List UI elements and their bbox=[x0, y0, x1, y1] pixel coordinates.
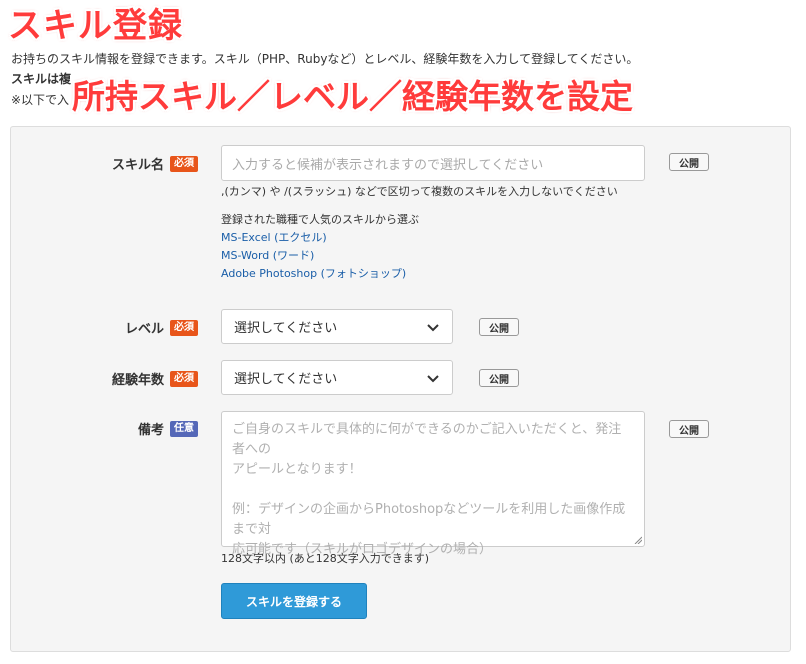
years-label-text: 経験年数 bbox=[111, 373, 164, 388]
notes-label: 備考 任意 bbox=[138, 419, 198, 438]
level-public-button[interactable]: 公開 bbox=[479, 318, 519, 336]
level-label-text: レベル bbox=[124, 322, 164, 337]
notes-placeholder-line: アピールとなります！ bbox=[232, 462, 362, 477]
level-label: レベル 必須 bbox=[125, 318, 198, 337]
required-badge: 必須 bbox=[170, 319, 198, 336]
sub-line-1: スキルは複 bbox=[11, 72, 72, 86]
popular-skill-link[interactable]: MS-Word (ワード) bbox=[221, 247, 314, 263]
sub-line-2: ※以下で入 bbox=[11, 93, 70, 107]
skill-name-placeholder: 入力すると候補が表示されますので選択してください bbox=[232, 157, 544, 173]
notes-label-text: 備考 bbox=[137, 423, 164, 438]
popular-skills-title: 登録された職種で人気のスキルから選ぶ bbox=[221, 213, 419, 226]
chevron-down-icon bbox=[427, 374, 439, 382]
years-select[interactable]: 選択してください bbox=[221, 360, 453, 395]
notes-char-counter: 128文字以内 (あと128文字入力できます) bbox=[221, 552, 430, 565]
years-select-value: 選択してください bbox=[234, 372, 338, 387]
popular-skill-link[interactable]: Adobe Photoshop (フォトショップ) bbox=[221, 265, 406, 281]
banner-title: スキル登録 bbox=[8, 6, 183, 46]
chevron-down-icon bbox=[427, 323, 439, 331]
level-select[interactable]: 選択してください bbox=[221, 309, 453, 344]
years-label: 経験年数 必須 bbox=[112, 369, 198, 388]
notes-textarea[interactable]: ご自身のスキルで具体的に何ができるのかご記入いただくと、発注者への アピールとな… bbox=[221, 411, 645, 557]
optional-badge: 任意 bbox=[170, 420, 198, 437]
notes-placeholder-line: ご自身のスキルで具体的に何ができるのかご記入いただくと、発注者への bbox=[232, 422, 622, 457]
skill-public-button[interactable]: 公開 bbox=[669, 153, 709, 171]
notes-placeholder-line: 例：デザインの企画からPhotoshopなどツールを利用した画像作成まで対 bbox=[232, 502, 626, 537]
years-public-button[interactable]: 公開 bbox=[479, 369, 519, 387]
skill-name-input[interactable]: 入力すると候補が表示されますので選択してください bbox=[221, 145, 645, 181]
intro-text: お持ちのスキル情報を登録できます。スキル（PHP、Rubyなど）とレベル、経験年… bbox=[11, 52, 639, 66]
resize-handle-icon[interactable] bbox=[634, 536, 642, 544]
skill-form-panel: スキル名 必須 入力すると候補が表示されますので選択してください 公開 ,(カン… bbox=[10, 126, 791, 652]
popular-skill-link[interactable]: MS-Excel (エクセル) bbox=[221, 229, 327, 245]
overlay-title: 所持スキル／レベル／経験年数を設定 bbox=[72, 77, 633, 116]
notes-public-button[interactable]: 公開 bbox=[669, 420, 709, 438]
skill-name-label: スキル名 必須 bbox=[112, 154, 198, 173]
required-badge: 必須 bbox=[170, 370, 198, 387]
level-select-value: 選択してください bbox=[234, 321, 338, 336]
skill-name-label-text: スキル名 bbox=[111, 158, 164, 173]
register-skill-button[interactable]: スキルを登録する bbox=[221, 583, 367, 619]
required-badge: 必須 bbox=[170, 155, 198, 172]
skill-hint: ,(カンマ) や /(スラッシュ) などで区切って複数のスキルを入力しないでくだ… bbox=[221, 185, 618, 198]
